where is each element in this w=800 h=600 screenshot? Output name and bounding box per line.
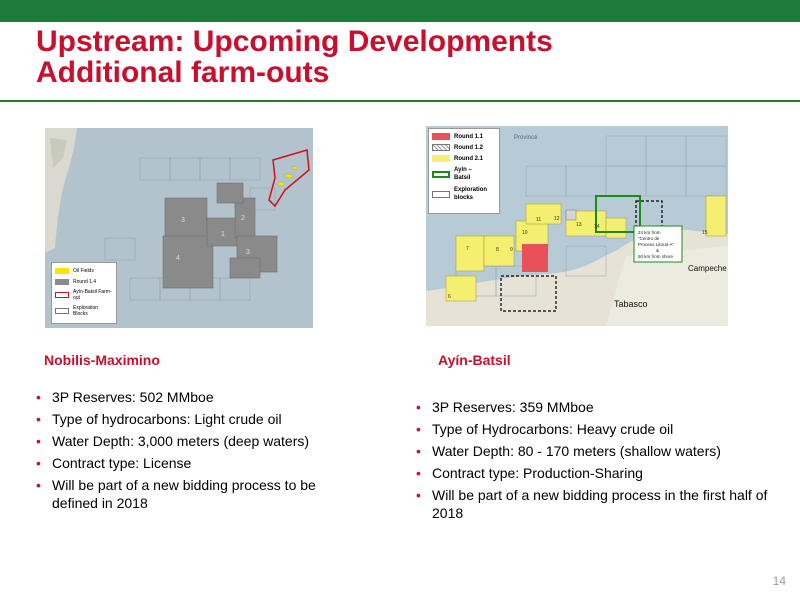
red-outline-swatch-icon [55,292,69,298]
title-line-1: Upstream: Upcoming Developments [36,25,553,58]
legend-right-row-round-1-1: Round 1.1 [432,131,496,142]
legend-left-label: Ayín-Batsil Farm-out [73,289,112,301]
legend-right: Round 1.1 Round 1.2 Round 2.1 Ayín – Bat… [428,128,500,214]
bullet-item: Water Depth: 3,000 meters (deep waters) [34,432,364,450]
legend-right-label: Round 1.2 [454,144,484,151]
legend-left-label: Exploration Blocks [73,305,99,317]
callout-line-1: 24 km from [638,230,661,235]
province-label: Province [514,135,538,141]
bullet-list-nobilis-maximino: 3P Reserves: 502 MMboe Type of hydrocarb… [34,388,364,516]
block-num-8: 8 [496,247,499,253]
map-ayin-batsil: 11 10 12 13 14 7 8 9 15 6 Province Campe… [426,126,728,326]
page-number: 14 [772,574,786,588]
heading-ayin-batsil: Ayín-Batsil [438,352,511,368]
bullet-item: Contract type: Production-Sharing [414,464,794,482]
bullet-item: Will be part of a new bidding process in… [414,486,794,522]
slide-title: Upstream: Upcoming Developments Addition… [36,26,553,88]
green-outline-swatch-icon [432,170,450,178]
callout-box: 24 km from "Centro de Proceso Litoral-A"… [633,225,683,263]
campeche-label: Campeche [688,264,727,273]
white-swatch-icon [432,190,450,198]
legend-left-row-oil-fields: Oil Fields [55,265,113,276]
legend-left-row-round-1-4: Round 1.4 [55,276,113,287]
callout-line-5: 50 km from shore [638,254,674,259]
legend-right-label: Round 2.1 [454,155,484,162]
bullet-item: Will be part of a new bidding process to… [34,476,364,512]
legend-left-row-farm-out: Ayín-Batsil Farm-out [55,287,113,303]
block-label-2: 2 [241,215,245,222]
callout-line-2: "Centro de [638,236,660,241]
legend-right-label: Ayín – Batsil [454,167,472,181]
bullet-item: Type of Hydrocarbons: Heavy crude oil [414,420,794,438]
bullet-item: Contract type: License [34,454,364,472]
yellow-swatch-icon [55,267,69,274]
block-num-15: 15 [702,230,708,236]
block-num-14: 14 [594,224,600,230]
gray-swatch-icon [55,278,69,285]
bullet-list-ayin-batsil: 3P Reserves: 359 MMboe Type of Hydrocarb… [414,398,794,526]
callout-line-3: Proceso Litoral-A" [638,242,675,247]
title-divider [0,100,800,102]
hatched-swatch-icon [432,144,450,151]
legend-left-label: Round 1.4 [73,278,97,285]
callout-line-4: & [656,248,659,253]
round-1-1-block [522,244,548,272]
block-label-3a: 3 [181,217,185,224]
block-label-1: 1 [221,231,225,238]
yellow-swatch-icon [432,155,450,162]
title-line-2: Additional farm-outs [36,56,330,89]
legend-left-row-exploration: Exploration Blocks [55,303,113,319]
bullet-item: 3P Reserves: 359 MMboe [414,398,794,416]
bullet-item: 3P Reserves: 502 MMboe [34,388,364,406]
block-num-6: 6 [448,294,451,300]
round-1-2-block [565,209,577,221]
legend-right-row-exploration: Exploration blocks [432,184,496,204]
block-num-11: 11 [536,217,541,223]
legend-right-label: Exploration blocks [454,187,488,201]
legend-left-label: Oil Fields [73,267,94,274]
block-label-4: 4 [176,255,180,262]
bullet-item: Type of hydrocarbons: Light crude oil [34,410,364,428]
block-label-3b: 3 [246,249,250,256]
bullet-item: Water Depth: 80 - 170 meters (shallow wa… [414,442,794,460]
block-num-13: 13 [576,222,582,228]
heading-nobilis-maximino: Nobilis-Maximino [44,352,160,368]
red-swatch-icon [432,133,450,140]
white-swatch-icon [55,308,69,314]
legend-right-row-round-2-1: Round 2.1 [432,153,496,164]
block-num-12: 12 [554,216,560,222]
tabasco-label: Tabasco [614,299,648,309]
legend-right-row-round-1-2: Round 1.2 [432,142,496,153]
top-bar [0,0,800,22]
legend-right-label: Round 1.1 [454,133,484,140]
legend-right-row-ayin-batsil: Ayín – Batsil [432,164,496,184]
legend-left: Oil Fields Round 1.4 Ayín-Batsil Farm-ou… [51,262,117,324]
block-num-7: 7 [466,246,469,252]
block-num-10: 10 [522,230,528,236]
block-num-9: 9 [510,247,513,253]
map-nobilis-maximino: 3 2 1 4 3 Oil Fields Round 1.4 Ayín-Bats… [45,128,313,328]
